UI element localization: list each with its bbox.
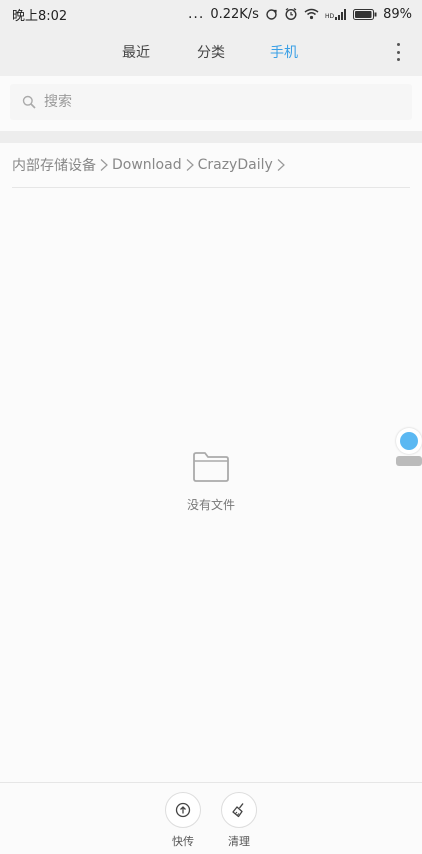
tab-recent[interactable]: 最近 (122, 42, 150, 62)
folder-icon (193, 452, 229, 482)
chevron-right-icon (277, 159, 285, 171)
floating-ball-tag (396, 456, 422, 466)
chevron-right-icon (186, 159, 194, 171)
quick-share-label: 快传 (172, 835, 194, 848)
tab-bar: 最近 分类 手机 (0, 28, 422, 76)
divider (0, 131, 422, 143)
broom-icon (232, 803, 244, 818)
status-icons: ... 0.22K/s HD 89% (188, 6, 412, 22)
chevron-right-icon (100, 159, 108, 171)
tab-phone[interactable]: 手机 (270, 42, 298, 62)
signal-icon: HD (324, 8, 347, 20)
breadcrumb-crazydaily[interactable]: CrazyDaily (198, 157, 273, 173)
wifi-icon (304, 8, 319, 20)
status-time: 晚上8:02 (12, 8, 68, 24)
search-bar (10, 84, 412, 120)
alarm-icon (285, 7, 297, 21)
sync-icon (266, 8, 277, 20)
breadcrumb: 内部存储设备 Download CrazyDaily (12, 155, 289, 175)
empty-message: 没有文件 (186, 498, 235, 512)
battery-percent: 89% (383, 6, 412, 22)
network-speed: 0.22K/s (210, 6, 259, 22)
signal-type-label: HD (324, 12, 335, 20)
clean-label: 清理 (228, 835, 250, 848)
breadcrumb-internal-storage[interactable]: 内部存储设备 (12, 155, 96, 175)
bottom-action-bar: 快传 清理 (0, 792, 422, 852)
clean-button[interactable]: 清理 (219, 792, 259, 849)
search-icon (22, 95, 36, 109)
breadcrumb-divider (12, 187, 410, 188)
empty-state: 没有文件 (0, 450, 422, 513)
battery-icon (353, 8, 377, 20)
status-bar: 晚上8:02 ... 0.22K/s HD 89% (0, 0, 422, 28)
more-notifications-icon: ... (187, 6, 205, 22)
breadcrumb-download[interactable]: Download (112, 157, 182, 173)
bottom-divider (0, 782, 422, 783)
quick-share-button[interactable]: 快传 (163, 792, 203, 849)
more-icon (396, 43, 400, 46)
tab-category[interactable]: 分类 (197, 42, 225, 62)
search-input[interactable] (44, 88, 384, 116)
more-menu-button[interactable] (392, 41, 404, 63)
upload-icon (175, 802, 191, 818)
floating-ball[interactable] (396, 428, 422, 466)
